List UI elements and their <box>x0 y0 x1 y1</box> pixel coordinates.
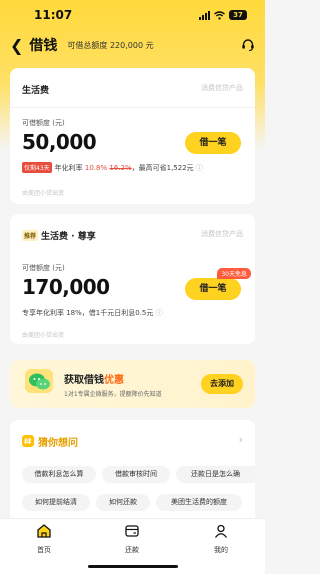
wallet-icon <box>124 524 140 543</box>
info-icon[interactable]: ⓘ <box>196 164 203 172</box>
amount-label: 可借额度 (元) <box>22 119 65 127</box>
borrow-button[interactable]: 借一笔 <box>185 278 241 300</box>
wifi-icon <box>214 10 225 20</box>
faq-chip[interactable]: 如何还款 <box>96 494 150 511</box>
promo-subtitle: 1对1专属企微服务，提额降价先知道 <box>64 391 162 398</box>
total-credit-text: 可借总额度 220,000 元 <box>67 40 154 50</box>
home-indicator <box>88 565 178 568</box>
promo-title-main: 获取借钱 <box>64 375 104 386</box>
faq-chip[interactable]: 借款利息怎么算 <box>22 466 96 483</box>
credit-amount: 50,000 <box>22 130 97 154</box>
product-type: 消费信贷产品 <box>201 84 243 92</box>
tab-label: 我的 <box>214 546 228 554</box>
interest-free-badge: 30天免息 <box>217 268 251 279</box>
wechat-chat-icon <box>24 366 56 404</box>
rate-prefix: 年化利率 <box>54 164 83 172</box>
tab-repay[interactable]: 还款 <box>107 523 157 555</box>
promo-banner[interactable]: 获取借钱优惠 1对1专属企微服务，提额降价先知道 去添加 <box>10 360 255 408</box>
product-type: 消费信贷产品 <box>201 230 243 238</box>
rate-text: 专享年化利率 18%，借1千元日利息0.5元 <box>22 309 154 317</box>
borrow-button[interactable]: 借一笔 <box>185 132 241 154</box>
loan-card-living-expense[interactable]: 生活费 消费信贷产品 可借额度 (元) 50,000 借一笔 仅剩43天 年化利率… <box>10 68 255 204</box>
page-title: 借钱 <box>29 38 58 54</box>
add-contact-button[interactable]: 去添加 <box>201 374 243 394</box>
rate-old: 16.2% <box>109 164 132 172</box>
expiry-tag: 仅剩43天 <box>22 162 52 173</box>
tab-label: 首页 <box>37 546 51 554</box>
info-icon[interactable]: ⓘ <box>156 309 163 317</box>
hash-icon <box>22 432 34 451</box>
battery-indicator: 37 <box>229 10 247 20</box>
faq-chip[interactable]: 借款审核时间 <box>102 466 170 483</box>
rate-line: 专享年化利率 18%，借1千元日利息0.5元 ⓘ <box>22 308 163 318</box>
rate-line: 仅剩43天 年化利率 10.8% 16.2%，最高可省1,522元 ⓘ <box>22 162 203 173</box>
home-icon <box>36 524 52 543</box>
amount-label: 可借额度 (元) <box>22 264 65 272</box>
faq-title: 猜你想问 <box>38 438 78 449</box>
signal-icon <box>199 10 210 20</box>
tab-label: 还款 <box>125 546 139 554</box>
promo-title: 获取借钱优惠 <box>64 371 124 386</box>
tab-home[interactable]: 首页 <box>19 523 69 555</box>
faq-section: 猜你想问 › 借款利息怎么算 借款审核时间 还款日是怎么确 如何提前结清 如何还… <box>10 420 255 518</box>
status-time: 11:07 <box>34 8 73 22</box>
user-icon <box>213 524 229 543</box>
product-name-text: 生活费 · 尊享 <box>41 232 96 242</box>
nav-bar: ❮ 借钱 可借总额度 220,000 元 <box>0 32 265 58</box>
customer-service-icon[interactable] <box>241 37 255 56</box>
card-header: 推荐 生活费 · 尊享 消费信贷产品 <box>10 214 255 254</box>
tab-profile[interactable]: 我的 <box>196 523 246 555</box>
promo-title-highlight: 优惠 <box>104 375 124 386</box>
status-bar: 11:07 37 <box>0 0 265 30</box>
rate-new: 10.8% <box>84 164 108 172</box>
lender-footer: 由美团小贷出资 <box>22 190 65 197</box>
faq-chip[interactable]: 还款日是怎么确 <box>176 466 255 483</box>
loan-card-premium[interactable]: 推荐 生活费 · 尊享 消费信贷产品 可借额度 (元) 170,000 借一笔 专… <box>10 214 255 344</box>
product-name: 生活费 <box>22 86 50 96</box>
back-icon[interactable]: ❮ <box>10 36 23 55</box>
lender-footer: 由美团小贷出资 <box>22 332 65 339</box>
chevron-right-icon[interactable]: › <box>239 433 243 446</box>
recommend-tag: 推荐 <box>22 230 39 241</box>
credit-amount: 170,000 <box>22 275 110 299</box>
faq-header: 猜你想问 <box>22 432 78 451</box>
faq-chip[interactable]: 美团生活费的额度 <box>156 494 242 511</box>
status-icons: 37 <box>199 10 247 20</box>
product-name: 推荐 生活费 · 尊享 <box>22 229 96 242</box>
faq-chip[interactable]: 如何提前结清 <box>22 494 90 511</box>
rate-suffix: ，最高可省1,522元 <box>131 164 194 172</box>
card-header: 生活费 消费信贷产品 <box>10 68 255 108</box>
